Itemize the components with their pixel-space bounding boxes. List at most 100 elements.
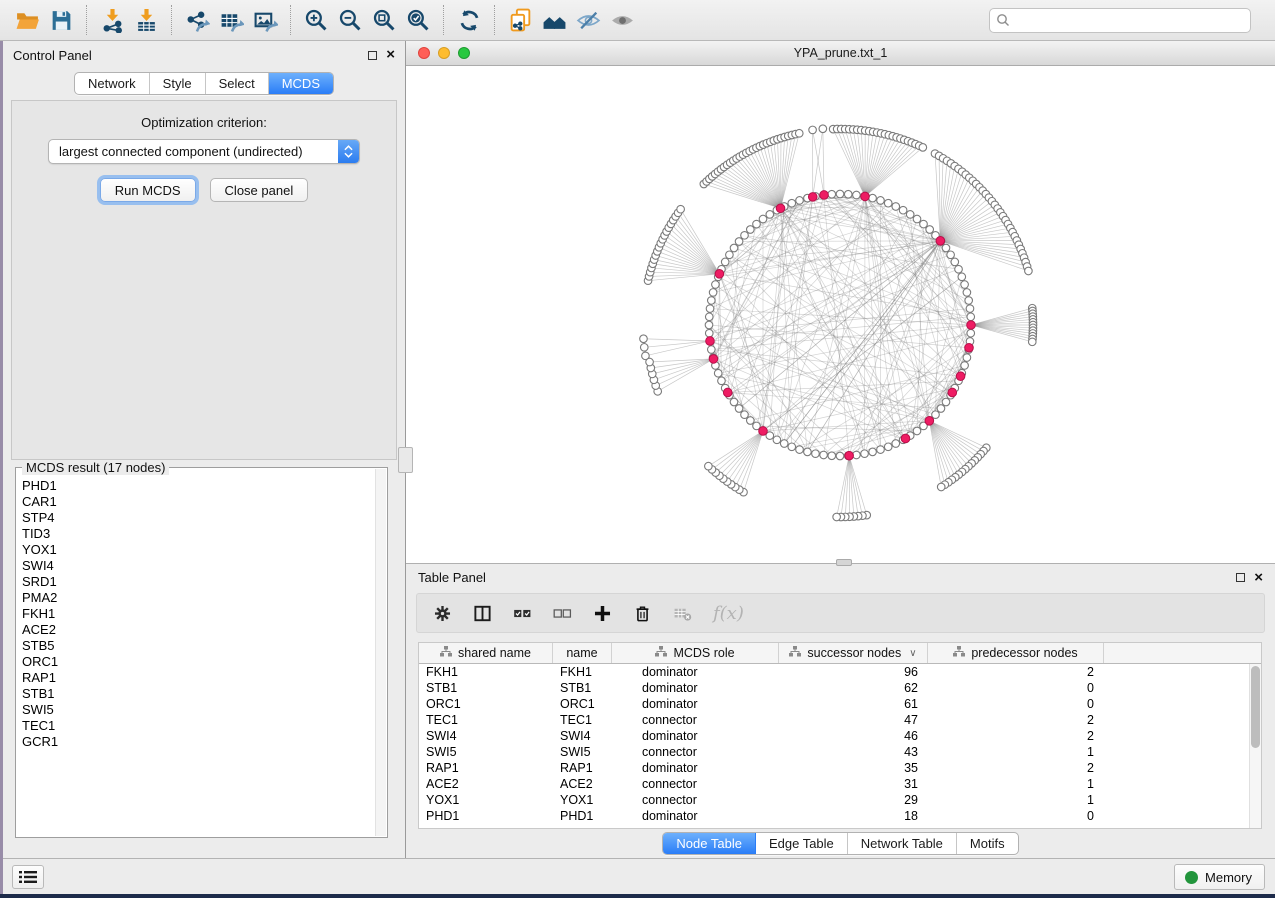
result-scrollbar[interactable] <box>375 469 386 836</box>
save-session-icon[interactable] <box>44 5 78 35</box>
tab-mcds[interactable]: MCDS <box>269 73 333 94</box>
panel-divider-handle[interactable] <box>398 447 413 473</box>
toolbar-separator <box>494 5 495 35</box>
table-row[interactable]: RAP1RAP1dominator352 <box>419 760 1261 776</box>
task-history-button[interactable] <box>12 865 44 889</box>
table-scrollbar[interactable] <box>1249 664 1261 828</box>
tab-network[interactable]: Network <box>75 73 150 94</box>
table-row[interactable]: ORC1ORC1dominator610 <box>419 696 1261 712</box>
tab-network-table[interactable]: Network Table <box>848 833 957 854</box>
table-row[interactable]: STB1STB1dominator620 <box>419 680 1261 696</box>
optimization-dropdown[interactable]: largest connected component (undirected) <box>48 139 360 164</box>
list-item[interactable]: ORC1 <box>22 654 375 670</box>
list-item[interactable]: SWI4 <box>22 558 375 574</box>
select-all-checkboxes-icon[interactable] <box>513 604 532 623</box>
list-item[interactable]: PHD1 <box>22 478 375 494</box>
column-header-MCDS-role[interactable]: MCDS role <box>612 643 779 663</box>
open-file-icon[interactable] <box>10 5 44 35</box>
list-item[interactable]: STB1 <box>22 686 375 702</box>
column-header-shared-name[interactable]: shared name <box>419 643 553 663</box>
tab-edge-table[interactable]: Edge Table <box>756 833 848 854</box>
export-image-icon[interactable] <box>248 5 282 35</box>
list-item[interactable]: GCR1 <box>22 734 375 750</box>
table-row[interactable]: YOX1YOX1connector291 <box>419 792 1261 808</box>
table-cell: RAP1 <box>419 760 553 776</box>
show-all-icon[interactable] <box>605 5 639 35</box>
import-table-icon[interactable] <box>129 5 163 35</box>
list-item[interactable]: SWI5 <box>22 702 375 718</box>
memory-label: Memory <box>1205 870 1252 885</box>
close-panel-button[interactable]: Close panel <box>210 178 309 202</box>
list-item[interactable]: TEC1 <box>22 718 375 734</box>
table-cell: TEC1 <box>419 712 553 728</box>
network-graph[interactable] <box>406 66 1275 563</box>
tab-select[interactable]: Select <box>206 73 269 94</box>
float-panel-icon[interactable] <box>368 51 377 60</box>
table-cell: STB1 <box>419 680 553 696</box>
list-item[interactable]: STP4 <box>22 510 375 526</box>
table-row[interactable]: PHD1PHD1dominator180 <box>419 808 1261 824</box>
deselect-all-checkboxes-icon[interactable] <box>553 604 572 623</box>
table-row[interactable]: SWI4SWI4dominator462 <box>419 728 1261 744</box>
column-header-name[interactable]: name <box>553 643 612 663</box>
zoom-in-icon[interactable] <box>299 5 333 35</box>
settings-gear-icon[interactable] <box>433 604 452 623</box>
first-neighbors-icon[interactable] <box>537 5 571 35</box>
column-header-successor-nodes[interactable]: successor nodes∨ <box>779 643 928 663</box>
tab-motifs[interactable]: Motifs <box>957 833 1018 854</box>
close-panel-icon[interactable]: × <box>386 50 395 60</box>
search-icon <box>996 13 1010 27</box>
add-column-icon[interactable] <box>593 604 612 623</box>
refresh-icon[interactable] <box>452 5 486 35</box>
import-network-icon[interactable] <box>95 5 129 35</box>
table-tabs: Node TableEdge TableNetwork TableMotifs <box>662 832 1018 855</box>
table-cell: FKH1 <box>419 664 553 680</box>
list-item[interactable]: STB5 <box>22 638 375 654</box>
copy-network-icon[interactable] <box>503 5 537 35</box>
network-canvas[interactable] <box>406 66 1275 563</box>
list-item[interactable]: FKH1 <box>22 606 375 622</box>
function-builder-icon: f(x) <box>713 603 744 624</box>
table-cell: 2 <box>928 728 1104 744</box>
table-cell: PHD1 <box>553 808 612 824</box>
export-network-icon[interactable] <box>180 5 214 35</box>
table-cell: 2 <box>928 664 1104 680</box>
list-item[interactable]: SRD1 <box>22 574 375 590</box>
memory-button[interactable]: Memory <box>1174 864 1265 890</box>
list-item[interactable]: ACE2 <box>22 622 375 638</box>
table-row[interactable]: ACE2ACE2connector311 <box>419 776 1261 792</box>
zoom-selected-icon[interactable] <box>401 5 435 35</box>
table-cell: PHD1 <box>419 808 553 824</box>
list-item[interactable]: CAR1 <box>22 494 375 510</box>
table-cell: ACE2 <box>419 776 553 792</box>
network-titlebar[interactable]: YPA_prune.txt_1 <box>406 41 1275 66</box>
list-item[interactable]: YOX1 <box>22 542 375 558</box>
tab-style[interactable]: Style <box>150 73 206 94</box>
float-table-panel-icon[interactable] <box>1236 573 1245 582</box>
run-mcds-button[interactable]: Run MCDS <box>100 178 196 202</box>
zoom-fit-icon[interactable] <box>367 5 401 35</box>
list-item[interactable]: TID3 <box>22 526 375 542</box>
table-scrollbar-thumb[interactable] <box>1251 666 1260 748</box>
table-cell: dominator <box>612 680 779 696</box>
table-row[interactable]: TEC1TEC1connector472 <box>419 712 1261 728</box>
column-label: predecessor nodes <box>971 646 1077 660</box>
column-layout-icon[interactable] <box>473 604 492 623</box>
table-cell: 46 <box>779 728 928 744</box>
zoom-out-icon[interactable] <box>333 5 367 35</box>
table-row[interactable]: SWI5SWI5connector431 <box>419 744 1261 760</box>
delete-column-icon[interactable] <box>633 604 652 623</box>
table-cell: 96 <box>779 664 928 680</box>
column-header-predecessor-nodes[interactable]: predecessor nodes <box>928 643 1104 663</box>
tab-node-table[interactable]: Node Table <box>663 833 756 854</box>
table-row[interactable]: FKH1FKH1dominator962 <box>419 664 1261 680</box>
search-input[interactable] <box>989 8 1251 33</box>
hide-selected-icon[interactable] <box>571 5 605 35</box>
export-table-icon[interactable] <box>214 5 248 35</box>
close-table-panel-icon[interactable]: × <box>1254 573 1263 583</box>
list-item[interactable]: PMA2 <box>22 590 375 606</box>
list-item[interactable]: RAP1 <box>22 670 375 686</box>
split-divider-handle[interactable] <box>836 559 852 566</box>
table-cell: connector <box>612 776 779 792</box>
toolbar-separator <box>290 5 291 35</box>
